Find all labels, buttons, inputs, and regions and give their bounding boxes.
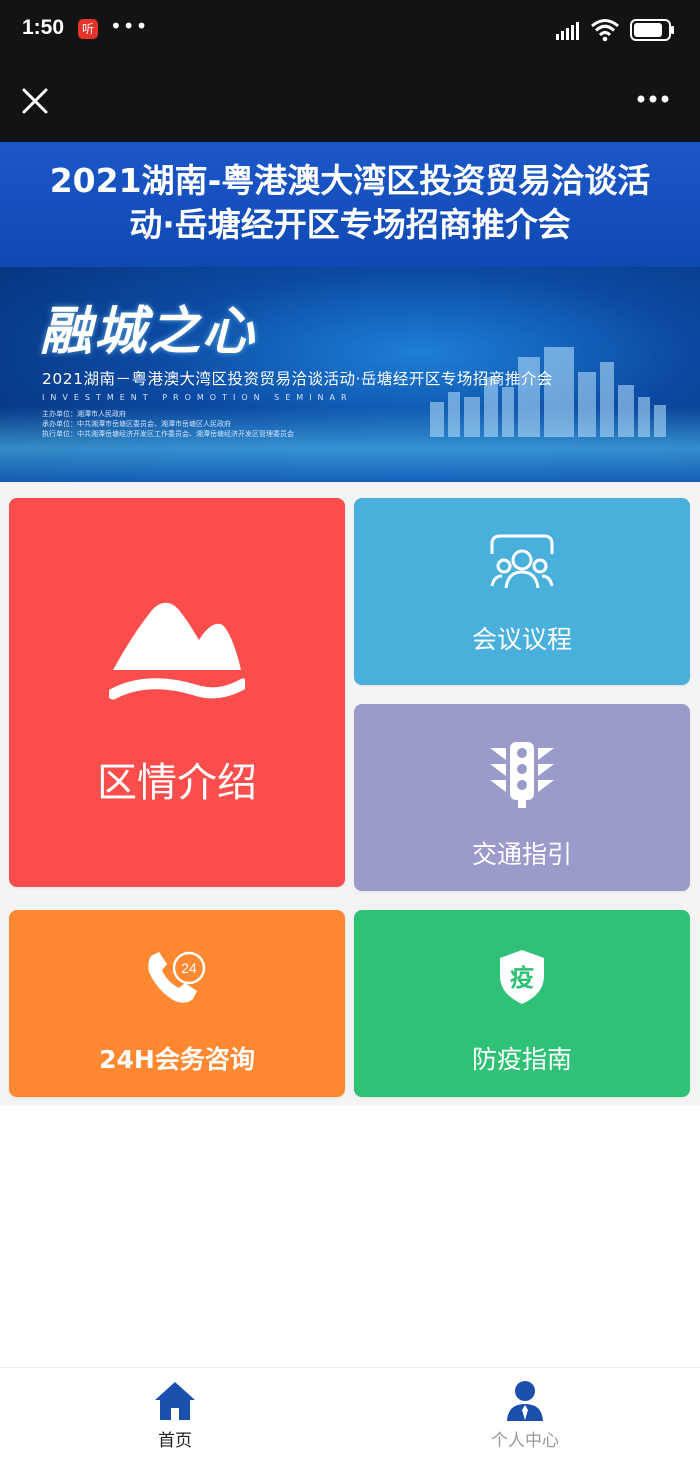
tab-personal-center-label: 个人中心 (491, 1431, 559, 1451)
listen-app-icon: 听 (78, 19, 98, 39)
tab-home[interactable]: 首页 (0, 1368, 350, 1458)
status-bar: 1:50 听 ••• (0, 0, 700, 62)
organizer-line: 承办单位：中共湘潭市岳塘区委员会、湘潭市岳塘区人民政府 (42, 420, 231, 428)
battery-icon (630, 19, 674, 41)
signal-icon (556, 22, 579, 40)
traffic-guide-tile[interactable]: 交通指引 (354, 704, 690, 891)
close-icon[interactable] (20, 86, 50, 116)
meeting-agenda-label: 会议议程 (471, 625, 572, 654)
hero-subtitle: 2021湖南－粤港澳大湾区投资贸易洽谈活动·岳塘经开区专场招商推介会 (42, 370, 553, 388)
more-options-icon[interactable] (636, 94, 670, 104)
home-icon (155, 1382, 195, 1420)
page-title-line-2: 动·岳塘经开区专场招商推介会 (129, 205, 571, 244)
hero-heading: 融城之心 (40, 301, 257, 362)
function-grid: 区情介绍 会议议程 交通指引 24 24H会务咨询 疫 防疫指南 (0, 482, 700, 1106)
traffic-light-icon (490, 742, 554, 808)
status-time: 1:50 (22, 16, 65, 39)
district-intro-tile[interactable]: 区情介绍 (9, 498, 345, 887)
consultation-24h-label: 24H会务咨询 (99, 1045, 255, 1074)
epidemic-guide-label: 防疫指南 (471, 1045, 572, 1074)
people-icon (490, 534, 554, 589)
epidemic-glyph: 疫 (510, 964, 534, 992)
shield-icon: 疫 (500, 950, 544, 1004)
tab-home-label: 首页 (158, 1431, 192, 1451)
traffic-guide-label: 交通指引 (471, 840, 572, 869)
hero-organizers: 主办单位：湘潭市人民政府 承办单位：中共湘潭市岳塘区委员会、湘潭市岳塘区人民政府… (42, 409, 294, 439)
page-title-banner: 2021湖南-粤港澳大湾区投资贸易洽谈活 动·岳塘经开区专场招商推介会 (0, 142, 700, 267)
organizer-line: 执行单位：中共湘潭岳塘经济开发区工作委员会、湘潭岳塘经济开发区管理委员会 (42, 430, 294, 438)
bottom-tab-bar: 首页 个人中心 (0, 1367, 700, 1458)
city-skyline-icon (430, 347, 666, 437)
notification-dots: ••• (110, 14, 149, 38)
hero-banner: 融城之心 2021湖南－粤港澳大湾区投资贸易洽谈活动·岳塘经开区专场招商推介会 … (0, 267, 700, 482)
epidemic-guide-tile[interactable]: 疫 防疫指南 (354, 910, 690, 1097)
wifi-icon (591, 19, 619, 42)
mountain-icon (109, 602, 245, 700)
phone-24-text: 24 (181, 960, 197, 976)
consultation-24h-tile[interactable]: 24 24H会务咨询 (9, 910, 345, 1097)
user-icon (507, 1381, 543, 1421)
nav-bar (0, 62, 700, 142)
tab-personal-center[interactable]: 个人中心 (350, 1368, 700, 1458)
meeting-agenda-tile[interactable]: 会议议程 (354, 498, 690, 685)
hero-english-caption: INVESTMENT PROMOTION SEMINAR (42, 393, 353, 402)
phone-24-icon: 24 (148, 951, 206, 1003)
district-intro-label: 区情介绍 (97, 760, 257, 806)
page-title-line-1: 2021湖南-粤港澳大湾区投资贸易洽谈活 (49, 161, 651, 200)
organizer-line: 主办单位：湘潭市人民政府 (42, 410, 126, 418)
